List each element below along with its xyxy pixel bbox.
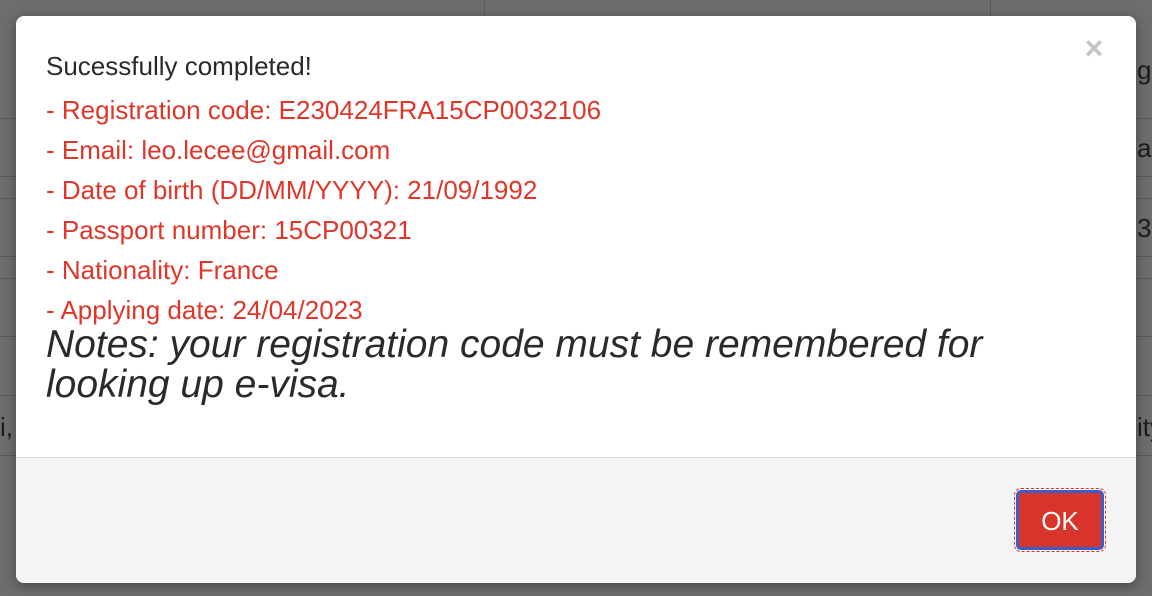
dialog-footer: OK <box>16 457 1136 583</box>
success-dialog: × Sucessfully completed! - Registration … <box>16 16 1136 583</box>
table-divider <box>990 0 991 16</box>
background-cell-text: a <box>1137 133 1152 163</box>
registration-note: Notes: your registration code must be re… <box>46 323 983 406</box>
email-line: - Email: leo.lecee@gmail.com <box>46 135 391 165</box>
nationality-line: - Nationality: France <box>46 255 279 285</box>
table-divider <box>484 0 485 16</box>
ok-button[interactable]: OK <box>1014 488 1106 552</box>
registration-code-line: - Registration code: E230424FRA15CP00321… <box>46 95 602 125</box>
dialog-title: Sucessfully completed! <box>46 51 312 81</box>
background-cell-text: g <box>1137 55 1152 85</box>
dialog-body: × Sucessfully completed! - Registration … <box>16 16 1136 456</box>
background-cell-text: ity <box>1137 412 1152 442</box>
close-icon[interactable]: × <box>1082 32 1106 64</box>
date-of-birth-line: - Date of birth (DD/MM/YYYY): 21/09/1992 <box>46 175 538 205</box>
background-cell-text: 3 <box>1137 213 1152 243</box>
registration-details: - Registration code: E230424FRA15CP00321… <box>46 90 601 330</box>
background-cell-text: i, <box>0 412 13 442</box>
passport-number-line: - Passport number: 15CP00321 <box>46 215 412 245</box>
